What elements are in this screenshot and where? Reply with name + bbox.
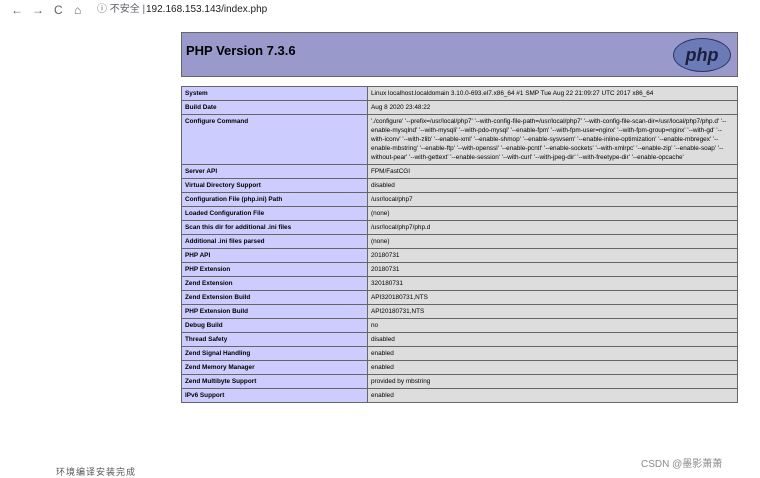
table-row: Zend Memory Manager enabled [181, 360, 738, 375]
setting-name: PHP Extension Build [181, 304, 368, 319]
watermark: CSDN @墨影萧萧 [641, 459, 723, 470]
reload-icon[interactable]: C [54, 3, 63, 17]
page-title: PHP Version 7.3.6 [186, 43, 296, 58]
setting-value: API320180731,NTS [367, 290, 738, 305]
setting-value: './configure' '--prefix=/usr/local/php7'… [367, 114, 738, 165]
php-logo[interactable]: php [673, 38, 731, 72]
setting-name: Scan this dir for additional .ini files [181, 220, 368, 235]
setting-value: disabled [367, 332, 738, 347]
setting-value: (none) [367, 234, 738, 249]
setting-value: Linux localhost.localdomain 3.10.0-693.e… [367, 86, 738, 101]
setting-value: 20180731 [367, 262, 738, 277]
article-text: 环境编译安装完成 [56, 467, 137, 477]
setting-value: /usr/local/php7/php.d [367, 220, 738, 235]
setting-name: Server API [181, 164, 368, 179]
table-row: Zend Extension 320180731 [181, 276, 738, 291]
setting-name: PHP API [181, 248, 368, 263]
table-row: Server API FPM/FastCGI [181, 164, 738, 179]
setting-name: PHP Extension [181, 262, 368, 277]
setting-name: Zend Signal Handling [181, 346, 368, 361]
address-bar[interactable]: 192.168.153.143/index.php [146, 4, 267, 16]
php-version-header: PHP Version 7.3.6 php [181, 32, 738, 77]
home-icon[interactable]: ⌂ [74, 3, 81, 17]
setting-name: Thread Safety [181, 332, 368, 347]
setting-name: System [181, 86, 368, 101]
table-row: Additional .ini files parsed (none) [181, 234, 738, 249]
setting-value: enabled [367, 360, 738, 375]
setting-value: enabled [367, 388, 738, 403]
setting-name: Zend Multibyte Support [181, 374, 368, 389]
setting-name: Zend Extension [181, 276, 368, 291]
setting-value: enabled [367, 346, 738, 361]
setting-name: Debug Build [181, 318, 368, 333]
table-row: Zend Multibyte Support provided by mbstri… [181, 374, 738, 389]
setting-value: disabled [367, 178, 738, 193]
setting-name: Virtual Directory Support [181, 178, 368, 193]
setting-value: provided by mbstring [367, 374, 738, 389]
setting-name: Configuration File (php.ini) Path [181, 192, 368, 207]
setting-value: API20180731,NTS [367, 304, 738, 319]
table-row: PHP Extension Build API20180731,NTS [181, 304, 738, 319]
table-row: Configuration File (php.ini) Path/usr/lo… [181, 192, 738, 207]
table-row: Configure Command './configure' '--prefix… [181, 114, 738, 165]
table-row: Zend Extension Build API320180731,NTS [181, 290, 738, 305]
setting-name: Configure Command [181, 114, 368, 165]
table-row: System Linux localhost.localdomain 3.10.0… [181, 86, 738, 101]
table-row: Loaded Configuration File (none) [181, 206, 738, 221]
setting-value: no [367, 318, 738, 333]
setting-name: Zend Memory Manager [181, 360, 368, 375]
table-row: PHP API 20180731 [181, 248, 738, 263]
table-row: Thread Safety disabled [181, 332, 738, 347]
table-row: Zend Signal Handling enabled [181, 346, 738, 361]
browser-toolbar: ← → C ⌂ ⓘ 不安全 | 192.168.153.143/index.ph… [0, 0, 760, 22]
setting-name: Loaded Configuration File [181, 206, 368, 221]
forward-arrow-icon[interactable]: → [32, 3, 44, 17]
table-row: IPv6 Support enabled [181, 388, 738, 403]
table-row: Build Date Aug 8 2020 23:48:22 [181, 100, 738, 115]
table-row: Debug Build no [181, 318, 738, 333]
table-row: Scan this dir for additional .ini files /… [181, 220, 738, 235]
php-logo-text: php [685, 45, 719, 65]
setting-name: Additional .ini files parsed [181, 234, 368, 249]
setting-value: 320180731 [367, 276, 738, 291]
setting-value: /usr/local/php7 [367, 192, 738, 207]
setting-value: Aug 8 2020 23:48:22 [367, 100, 738, 115]
setting-value: 20180731 [367, 248, 738, 263]
back-arrow-icon[interactable]: ← [11, 3, 23, 17]
table-row: Virtual Directory Support disabled [181, 178, 738, 193]
security-indicator[interactable]: ⓘ 不安全 | [97, 4, 145, 16]
setting-value: FPM/FastCGI [367, 164, 738, 179]
table-row: PHP Extension 20180731 [181, 262, 738, 277]
setting-name: Build Date [181, 100, 368, 115]
setting-value: (none) [367, 206, 738, 221]
setting-name: Zend Extension Build [181, 290, 368, 305]
setting-name: IPv6 Support [181, 388, 368, 403]
php-info-table: System Linux localhost.localdomain 3.10.0… [181, 86, 738, 403]
